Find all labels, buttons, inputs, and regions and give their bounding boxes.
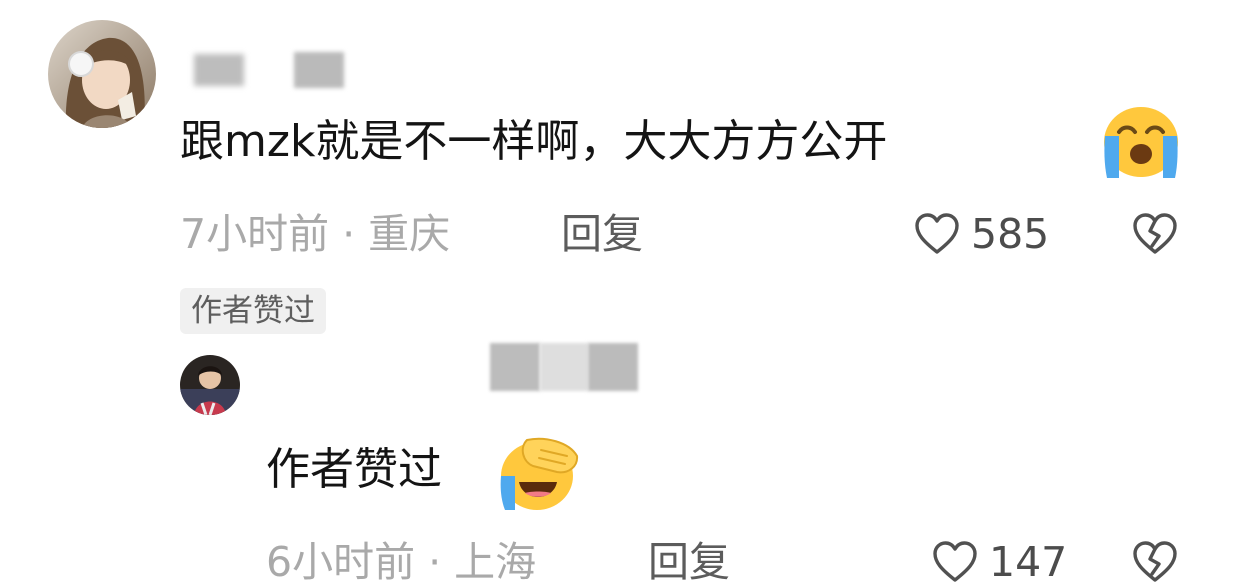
reply-time-location-text: 6小时前 · 上海 [266,538,537,586]
broken-heart-outline-icon[interactable] [1132,212,1178,256]
comment-text-content: 跟mzk就是不一样啊，大大方方公开 [180,116,888,167]
reply-like-count: 147 [989,536,1067,588]
username-redacted [190,48,344,92]
avatar[interactable] [48,20,156,128]
author-liked-badge-text: 作者赞过 [191,293,315,329]
comment-text: 跟mzk就是不一样啊，大大方方公开 [180,112,887,172]
reply-avatar-image [180,355,240,415]
author-liked-badge: 作者赞过 [180,288,326,334]
facepalm-laughing-crying-emoji-icon [497,436,579,512]
heart-outline-icon[interactable] [914,212,960,256]
time-location-text: 7小时前 · 重庆 [180,210,451,258]
comment-time-location: 7小时前 · 重庆 [180,208,450,260]
broken-heart-outline-icon[interactable] [1132,540,1178,584]
like-count-text: 585 [971,210,1050,258]
reply-label: 回复 [561,210,643,258]
reply-like-count-text: 147 [989,538,1068,586]
reply-text: 作者赞过 [266,440,442,500]
reply-reply-label: 回复 [648,538,730,586]
reply-button[interactable]: 回复 [561,208,643,260]
reply-avatar[interactable] [180,355,240,415]
reply-reply-button[interactable]: 回复 [648,536,730,588]
avatar-image [48,20,156,128]
reply-text-content: 作者赞过 [266,444,442,495]
like-count: 585 [971,208,1049,260]
crying-face-emoji-icon [1101,104,1181,180]
reply-time-location: 6小时前 · 上海 [266,536,536,588]
heart-outline-icon[interactable] [932,540,978,584]
reply-username-redacted [490,343,638,391]
